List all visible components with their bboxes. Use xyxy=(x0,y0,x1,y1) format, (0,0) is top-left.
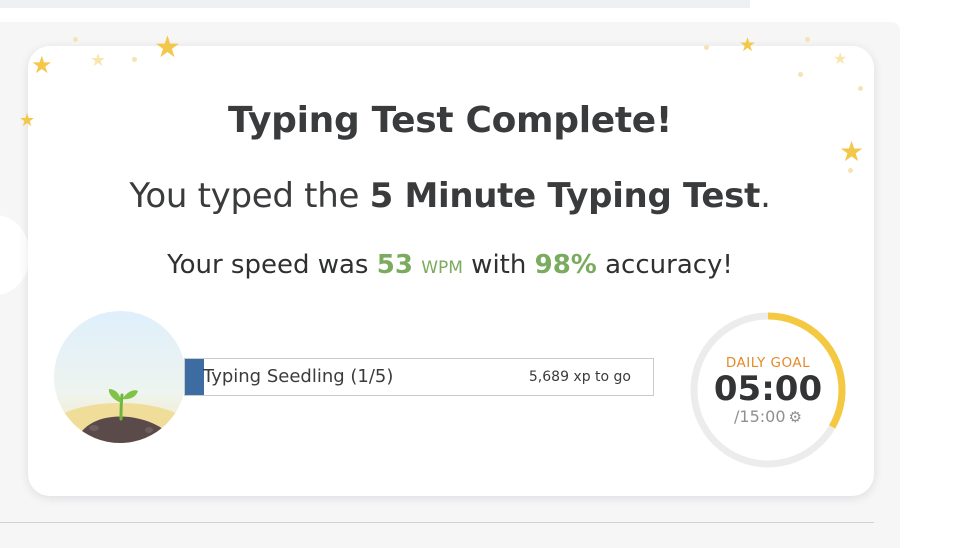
sparkle-dot xyxy=(858,86,863,91)
gear-icon[interactable]: ⚙ xyxy=(789,408,802,426)
daily-goal-time: 05:00 xyxy=(713,369,823,409)
level-progress-fill xyxy=(185,359,204,395)
sparkle-dot xyxy=(848,168,853,173)
level-name: Typing Seedling (1/5) xyxy=(203,366,394,387)
level-avatar xyxy=(54,311,186,443)
star-icon: ★ xyxy=(154,30,181,65)
accuracy-value: 98% xyxy=(534,250,597,280)
seedling-icon xyxy=(54,311,186,443)
accuracy-suffix: accuracy! xyxy=(596,250,733,280)
star-icon: ★ xyxy=(833,49,848,68)
star-icon: ★ xyxy=(31,51,53,79)
xp-remaining: 5,689 xp to go xyxy=(528,369,631,385)
daily-goal-widget[interactable]: DAILY GOAL 05:00 /15:00 ⚙ xyxy=(689,311,847,469)
star-icon: ★ xyxy=(90,50,107,71)
sparkle-dot xyxy=(73,37,78,42)
top-bar xyxy=(0,0,750,8)
test-name: 5 Minute Typing Test xyxy=(369,176,761,216)
page-title: Typing Test Complete! xyxy=(227,100,673,141)
wpm-value: 53 xyxy=(376,250,413,280)
summary-prefix: You typed the xyxy=(129,176,370,216)
star-icon: ★ xyxy=(739,34,757,56)
star-icon: ★ xyxy=(839,135,865,168)
wpm-unit: WPM xyxy=(421,258,463,278)
speed-result: Your speed was 53 WPM with 98% accuracy! xyxy=(0,250,900,280)
daily-goal-total-text: /15:00 xyxy=(734,407,786,426)
daily-goal-total: /15:00 ⚙ xyxy=(689,407,847,426)
test-summary: You typed the 5 Minute Typing Test. xyxy=(0,176,900,216)
sparkle-dot xyxy=(132,57,137,62)
speed-prefix: Your speed was xyxy=(167,250,377,280)
level-progress-bar: Typing Seedling (1/5) 5,689 xp to go xyxy=(184,358,654,396)
accuracy-prefix: with xyxy=(462,250,535,280)
sparkle-dot xyxy=(798,72,803,77)
results-page: ★ ★ ★ ★ ★ ★ ★ Typing Test Complete! You … xyxy=(0,0,955,548)
summary-suffix: . xyxy=(760,176,771,216)
sparkle-dot xyxy=(704,45,709,50)
divider xyxy=(0,522,874,523)
sparkle-dot xyxy=(805,37,810,42)
